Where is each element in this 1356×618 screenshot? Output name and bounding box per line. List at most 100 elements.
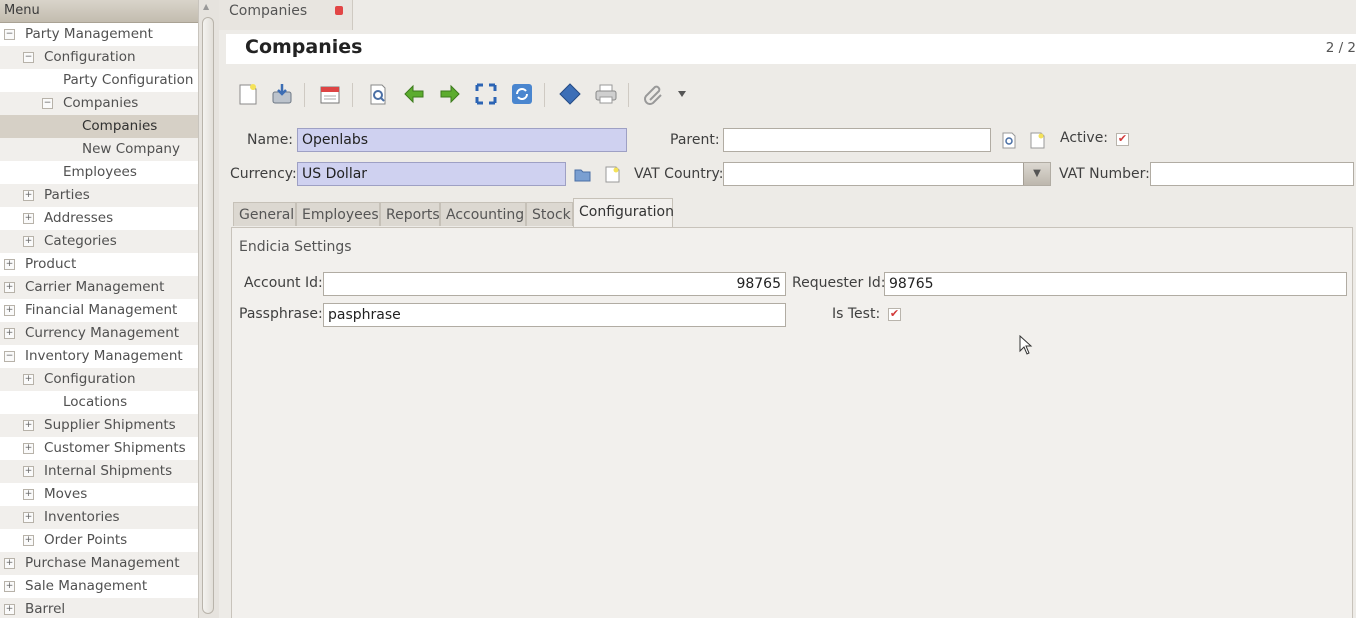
tab-companies[interactable]: Companies <box>219 0 353 30</box>
sidebar-item-label: Configuration <box>44 371 136 387</box>
tab-configuration[interactable]: Configuration <box>573 198 674 227</box>
sidebar-item[interactable]: + Inventories <box>0 506 198 529</box>
find-icon[interactable] <box>366 82 390 106</box>
sidebar-item[interactable]: + Order Points <box>0 529 198 552</box>
previous-arrow-icon[interactable] <box>402 82 426 106</box>
sidebar-item[interactable]: + Sale Management <box>0 575 198 598</box>
delete-icon[interactable] <box>318 82 342 106</box>
collapse-icon[interactable]: − <box>4 29 15 40</box>
expand-icon[interactable]: + <box>4 581 15 592</box>
expand-icon[interactable]: + <box>23 466 34 477</box>
sidebar-scrollbar[interactable]: ▲ <box>198 0 219 618</box>
sidebar-item[interactable]: + Currency Management <box>0 322 198 345</box>
sidebar-item[interactable]: + Categories <box>0 230 198 253</box>
tab-reports[interactable]: Reports <box>380 202 440 226</box>
sidebar-item[interactable]: Employees <box>0 161 198 184</box>
sidebar-item[interactable]: − Companies <box>0 92 198 115</box>
next-arrow-icon[interactable] <box>438 82 462 106</box>
sidebar-item-label: Financial Management <box>25 302 178 318</box>
tab-stock[interactable]: Stock <box>526 202 573 226</box>
active-checkbox[interactable]: ✔ <box>1116 133 1129 146</box>
sidebar-item[interactable]: + Carrier Management <box>0 276 198 299</box>
attachment-icon[interactable] <box>642 82 666 106</box>
scroll-up-arrow-icon[interactable]: ▲ <box>203 2 209 11</box>
tab-accounting[interactable]: Accounting <box>440 202 526 226</box>
sidebar-item[interactable]: New Company <box>0 138 198 161</box>
sidebar-item[interactable]: + Financial Management <box>0 299 198 322</box>
expand-icon[interactable]: + <box>23 535 34 546</box>
expand-icon[interactable]: + <box>23 443 34 454</box>
sidebar-item[interactable]: + Customer Shipments <box>0 437 198 460</box>
expand-icon[interactable]: + <box>4 305 15 316</box>
expand-icon[interactable]: + <box>23 236 34 247</box>
print-icon[interactable] <box>594 82 618 106</box>
sidebar-item-label: Inventory Management <box>25 348 183 364</box>
sidebar-item-label: Party Management <box>25 26 153 42</box>
sidebar-item-label: Parties <box>44 187 90 203</box>
sidebar-item[interactable]: − Configuration <box>0 46 198 69</box>
mouse-cursor-icon <box>1019 335 1033 355</box>
open-folder-icon[interactable] <box>574 166 591 183</box>
sidebar-item[interactable]: − Party Management <box>0 23 198 46</box>
scrollbar-thumb[interactable] <box>202 17 214 614</box>
requester-id-field[interactable]: 98765 <box>884 272 1347 296</box>
parent-label: Parent: <box>670 132 720 148</box>
expand-icon[interactable]: + <box>23 190 34 201</box>
new-parent-icon[interactable] <box>1029 132 1046 149</box>
endicia-settings-title: Endicia Settings <box>239 239 352 255</box>
action-icon[interactable] <box>558 82 582 106</box>
parent-field[interactable] <box>723 128 991 152</box>
sidebar-item[interactable]: + Product <box>0 253 198 276</box>
sidebar-item-label: Party Configuration <box>63 72 194 88</box>
name-field[interactable]: Openlabs <box>297 128 627 152</box>
sidebar-item[interactable]: + Barrel <box>0 598 198 618</box>
vat-country-select[interactable]: ▼ <box>723 162 1051 186</box>
sidebar-item[interactable]: + Supplier Shipments <box>0 414 198 437</box>
sidebar-item[interactable]: Party Configuration <box>0 69 198 92</box>
expand-icon[interactable]: + <box>4 259 15 270</box>
expand-icon[interactable]: + <box>23 489 34 500</box>
sidebar-item[interactable]: + Internal Shipments <box>0 460 198 483</box>
is-test-checkbox[interactable]: ✔ <box>888 308 901 321</box>
account-id-field[interactable]: 98765 <box>323 272 786 296</box>
sidebar-item[interactable]: Locations <box>0 391 198 414</box>
currency-field[interactable]: US Dollar <box>297 162 566 186</box>
tab-employees[interactable]: Employees <box>296 202 380 226</box>
reload-icon[interactable] <box>510 82 534 106</box>
expand-icon[interactable]: + <box>4 282 15 293</box>
expand-icon[interactable]: + <box>23 512 34 523</box>
expand-icon[interactable]: + <box>23 420 34 431</box>
sidebar-item[interactable]: + Parties <box>0 184 198 207</box>
collapse-icon[interactable]: − <box>23 52 34 63</box>
close-tab-icon[interactable] <box>335 6 343 15</box>
sidebar-item[interactable]: + Purchase Management <box>0 552 198 575</box>
record-count: 2 / 2 <box>1325 40 1356 56</box>
sidebar-item-label: Configuration <box>44 49 136 65</box>
account-id-label: Account Id: <box>244 275 323 291</box>
switch-view-icon[interactable] <box>474 82 498 106</box>
tab-general[interactable]: General <box>233 202 296 226</box>
chevron-down-icon[interactable]: ▼ <box>1023 163 1050 185</box>
expand-icon[interactable]: + <box>4 328 15 339</box>
sidebar-item-label: Product <box>25 256 77 272</box>
new-currency-icon[interactable] <box>604 166 621 183</box>
sidebar-item[interactable]: + Addresses <box>0 207 198 230</box>
expand-icon[interactable]: + <box>23 213 34 224</box>
expand-icon[interactable]: + <box>23 374 34 385</box>
sidebar-item[interactable]: + Configuration <box>0 368 198 391</box>
collapse-icon[interactable]: − <box>4 351 15 362</box>
sidebar-item[interactable]: Companies <box>0 115 198 138</box>
vat-number-field[interactable] <box>1150 162 1354 186</box>
new-record-icon[interactable] <box>236 82 260 106</box>
expand-icon[interactable]: + <box>4 558 15 569</box>
attachment-dropdown-icon[interactable] <box>676 82 688 106</box>
name-label: Name: <box>247 132 294 148</box>
save-icon[interactable] <box>270 82 294 106</box>
expand-icon[interactable]: + <box>4 604 15 615</box>
sidebar-item[interactable]: + Moves <box>0 483 198 506</box>
sidebar-item[interactable]: − Inventory Management <box>0 345 198 368</box>
sidebar-item-label: Barrel <box>25 601 66 617</box>
collapse-icon[interactable]: − <box>42 98 53 109</box>
search-icon[interactable] <box>1001 132 1018 149</box>
passphrase-field[interactable]: pasphrase <box>323 303 786 327</box>
